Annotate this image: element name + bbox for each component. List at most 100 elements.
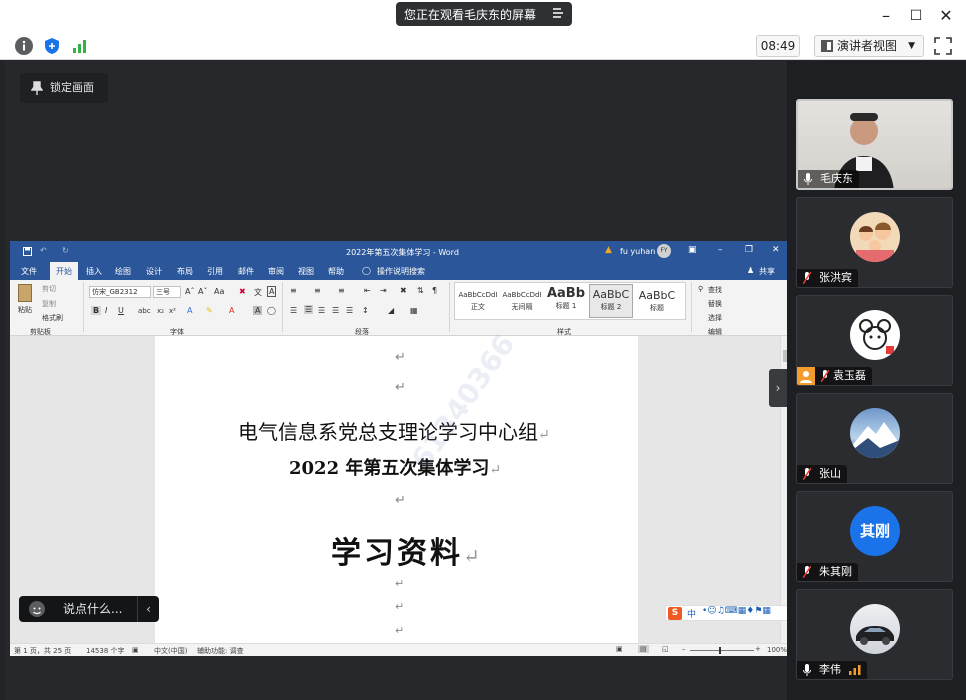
superscript-icon[interactable]: x² <box>169 307 176 315</box>
increase-indent-icon[interactable]: ⇥ <box>380 286 387 295</box>
tab-draw[interactable]: 绘图 <box>115 266 131 277</box>
justify-icon[interactable]: ☰ <box>332 306 339 315</box>
font-size-select[interactable]: 三号 <box>153 286 181 298</box>
tab-file[interactable]: 文件 <box>21 266 37 277</box>
view-mode-dropdown[interactable]: 演讲者视图 ▼ <box>814 35 924 57</box>
style-title[interactable]: AaBbC 标题 <box>635 285 679 317</box>
multilevel-list-icon[interactable]: ≡ <box>338 286 345 295</box>
share-button[interactable]: 共享 <box>759 266 775 277</box>
distributed-icon[interactable]: ☰ <box>346 306 353 315</box>
format-painter-button[interactable]: 格式刷 <box>42 313 63 323</box>
collapse-panel-button[interactable]: › <box>769 369 787 407</box>
chat-input[interactable]: 说点什么... ‹ <box>19 596 159 622</box>
zoom-level[interactable]: 100% <box>767 646 787 654</box>
tab-review[interactable]: 审阅 <box>268 266 284 277</box>
chinese-layout-icon[interactable]: ✖ <box>400 286 407 295</box>
paste-button[interactable]: 粘贴 <box>18 305 32 315</box>
word-restore-icon[interactable]: ❐ <box>745 245 753 255</box>
language-status[interactable]: 中文(中国) <box>154 646 187 656</box>
close-icon[interactable]: ✕ <box>936 6 956 26</box>
participant-tile[interactable]: 李伟 <box>796 589 953 680</box>
tab-view[interactable]: 视图 <box>298 266 314 277</box>
align-right-icon[interactable]: ☰ <box>318 306 325 315</box>
select-button[interactable]: 选择 <box>708 313 722 323</box>
shading-icon[interactable]: ◢ <box>388 306 394 315</box>
grow-font-icon[interactable]: Aˆ <box>185 287 194 296</box>
lock-view-button[interactable]: 锁定画面 <box>20 73 108 103</box>
undo-icon[interactable]: ↶ <box>40 246 47 255</box>
tell-me-search[interactable]: 操作说明搜索 <box>377 266 425 277</box>
participant-tile[interactable]: 袁玉磊 <box>796 295 953 386</box>
word-count[interactable]: 14538 个字 <box>86 646 125 656</box>
ime-mode-label[interactable]: 中 <box>687 607 696 620</box>
copy-button[interactable]: 复制 <box>42 299 56 309</box>
bold-icon[interactable]: B <box>91 306 102 315</box>
clear-format-icon[interactable]: ✖ <box>239 287 246 296</box>
tab-mailings[interactable]: 邮件 <box>238 266 254 277</box>
participant-tile[interactable]: 毛庆东 <box>796 99 953 190</box>
zoom-slider-thumb[interactable] <box>719 647 721 654</box>
save-icon[interactable] <box>23 247 32 256</box>
tab-references[interactable]: 引用 <box>207 266 223 277</box>
decrease-indent-icon[interactable]: ⇤ <box>364 286 371 295</box>
font-color-icon[interactable]: A <box>229 306 234 315</box>
zoom-out-icon[interactable]: – <box>682 645 686 653</box>
change-case-icon[interactable]: Aa <box>214 287 224 296</box>
tab-insert[interactable]: 插入 <box>86 266 102 277</box>
style-heading2[interactable]: AaBbC 标题 2 <box>589 284 633 318</box>
style-no-spacing[interactable]: AaBbCcDdI 无间隔 <box>501 285 543 317</box>
fullscreen-icon[interactable] <box>934 37 952 55</box>
redo-icon[interactable]: ↻ <box>62 246 69 255</box>
focus-mode-icon[interactable]: ▣ <box>616 645 623 653</box>
emoji-icon[interactable] <box>29 601 45 617</box>
user-avatar[interactable]: FY <box>657 244 671 258</box>
text-effects-icon[interactable]: A <box>187 306 192 315</box>
participant-tile[interactable]: 张山 <box>796 393 953 484</box>
word-minimize-icon[interactable]: – <box>718 245 723 255</box>
word-close-icon[interactable]: ✕ <box>772 245 780 255</box>
numbering-icon[interactable]: ≡ <box>314 286 321 295</box>
chevron-left-icon[interactable]: ‹ <box>137 596 159 622</box>
align-center-icon[interactable]: ☰ <box>304 305 314 314</box>
font-name-select[interactable]: 仿宋_GB2312 <box>89 286 151 298</box>
participant-tile[interactable]: 张洪宾 <box>796 197 953 288</box>
show-marks-icon[interactable]: ¶ <box>432 286 437 295</box>
subscript-icon[interactable]: x₂ <box>157 307 164 315</box>
minimize-icon[interactable]: – <box>876 6 896 26</box>
proofing-icon[interactable]: ▣ <box>132 646 139 654</box>
accessibility-status[interactable]: 辅助功能: 调查 <box>197 646 244 656</box>
punctuation-icon[interactable]: •☺♫⌨▦♦⚑▦ <box>702 606 771 616</box>
tab-layout[interactable]: 布局 <box>177 266 193 277</box>
participant-tile[interactable]: 其刚 朱其刚 <box>796 491 953 582</box>
char-shading-icon[interactable]: A <box>253 306 263 315</box>
tab-home[interactable]: 开始 <box>50 262 78 282</box>
zoom-slider[interactable] <box>690 650 754 651</box>
char-border-icon[interactable]: A <box>267 286 277 297</box>
info-icon[interactable] <box>15 37 33 55</box>
enclose-char-icon[interactable]: ◯ <box>267 306 276 315</box>
ribbon-display-icon[interactable]: ▣ <box>688 245 697 255</box>
bullets-icon[interactable]: ≡ <box>290 286 297 295</box>
security-shield-icon[interactable] <box>43 37 61 55</box>
phonetic-icon[interactable]: 文 <box>254 287 262 298</box>
screen-share-banner[interactable]: 您正在观看毛庆东的屏幕 <box>396 2 572 26</box>
underline-icon[interactable]: U <box>118 306 124 315</box>
zoom-in-icon[interactable]: + <box>755 645 761 653</box>
style-heading1[interactable]: AaBb 标题 1 <box>545 285 587 317</box>
menu-icon[interactable] <box>552 7 564 19</box>
highlight-icon[interactable]: ✎ <box>206 306 213 315</box>
italic-icon[interactable]: I <box>105 306 107 315</box>
line-spacing-icon[interactable]: ↕ <box>362 306 369 315</box>
borders-icon[interactable]: ▦ <box>410 306 418 315</box>
web-layout-icon[interactable]: ◱ <box>662 645 669 653</box>
ime-toolbar[interactable]: S 中 •☺♫⌨▦♦⚑▦ <box>665 605 791 621</box>
shrink-font-icon[interactable]: Aˇ <box>198 287 207 296</box>
sort-icon[interactable]: ⇅ <box>417 286 424 295</box>
strikethrough-icon[interactable]: abc <box>138 307 151 315</box>
print-layout-icon[interactable]: ▤ <box>638 645 649 653</box>
warning-icon[interactable]: ▲ <box>605 245 612 255</box>
tab-help[interactable]: 帮助 <box>328 266 344 277</box>
align-left-icon[interactable]: ☰ <box>290 306 297 315</box>
network-signal-icon[interactable] <box>71 37 89 55</box>
page-info[interactable]: 第 1 页，共 25 页 <box>14 646 71 656</box>
